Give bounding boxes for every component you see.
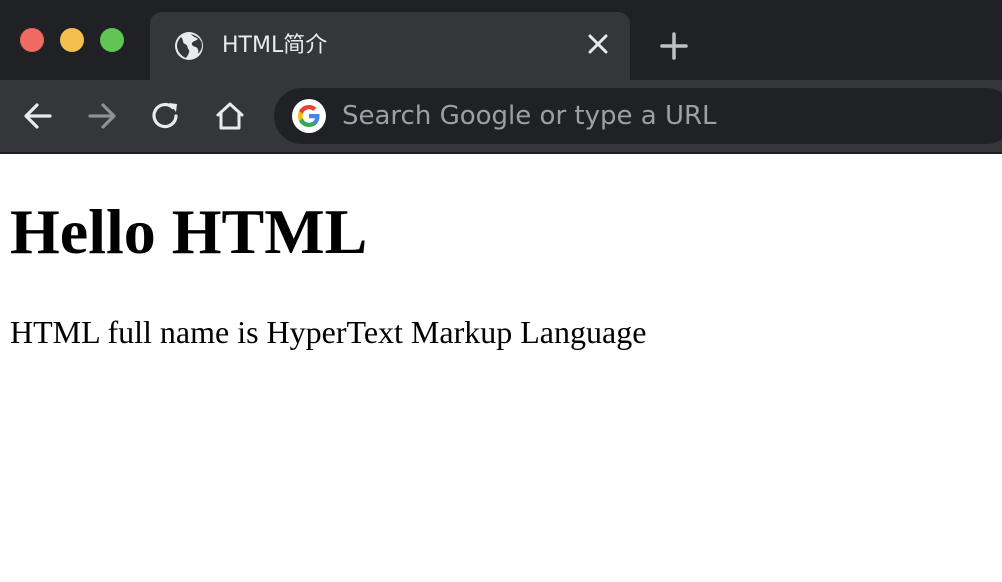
- tab-strip: HTML简介: [0, 0, 1002, 80]
- arrow-left-icon: [24, 103, 52, 129]
- address-input[interactable]: [342, 88, 982, 144]
- address-bar[interactable]: [274, 88, 1002, 144]
- back-button[interactable]: [22, 100, 54, 132]
- forward-button[interactable]: [86, 100, 118, 132]
- window-maximize-button[interactable]: [100, 28, 124, 52]
- page-paragraph: HTML full name is HyperText Markup Langu…: [10, 314, 647, 350]
- arrow-right-icon: [88, 103, 116, 129]
- close-icon[interactable]: [586, 32, 610, 56]
- new-tab-button[interactable]: [658, 30, 690, 62]
- reload-icon: [152, 102, 178, 129]
- tab-active[interactable]: HTML简介: [150, 12, 630, 80]
- tab-title: HTML简介: [222, 33, 328, 58]
- window-minimize-button[interactable]: [60, 28, 84, 52]
- page-heading: Hello HTML: [10, 196, 368, 267]
- browser-window: HTML简介 Search Google or type a URL Hello…: [0, 0, 1002, 582]
- page-content: Hello HTML HTML full name is HyperText M…: [0, 154, 1002, 582]
- home-icon: [216, 102, 244, 130]
- window-close-button[interactable]: [20, 28, 44, 52]
- globe-icon: [174, 31, 204, 61]
- toolbar: [0, 80, 1002, 152]
- reload-button[interactable]: [150, 100, 182, 132]
- google-g-icon: [292, 99, 326, 133]
- plus-icon: [660, 32, 688, 60]
- home-button[interactable]: [214, 100, 246, 132]
